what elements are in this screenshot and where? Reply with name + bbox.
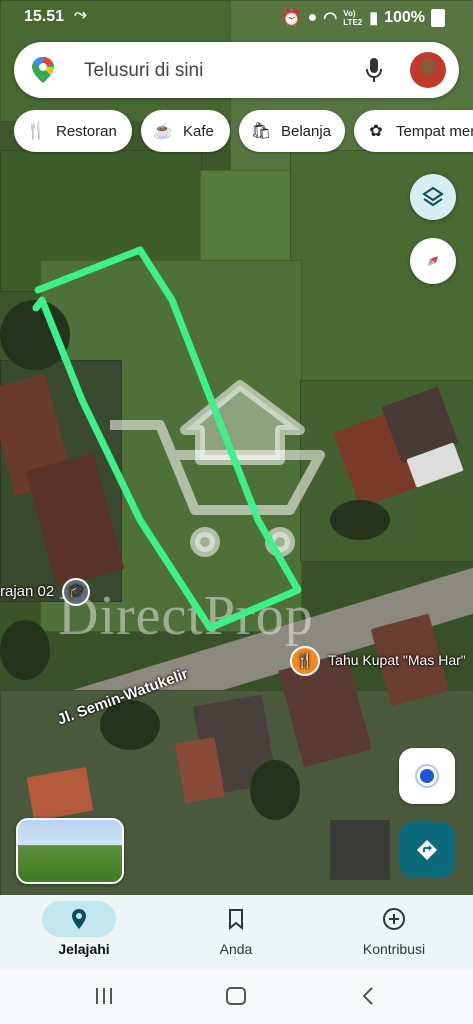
wifi-icon: ◠ [323, 10, 338, 27]
chip-label: Kafe [183, 122, 214, 140]
tab-jelajahi[interactable]: Jelajahi [24, 895, 144, 969]
school-marker[interactable]: rajan 02 🎓 [0, 578, 91, 606]
profile-avatar[interactable] [410, 52, 446, 88]
poi-label: Tahu Kupat "Mas Har" [328, 651, 466, 668]
home-icon[interactable] [226, 987, 246, 1005]
recent-apps-icon[interactable] [94, 987, 114, 1005]
location-icon: ● [307, 9, 318, 26]
mic-icon[interactable] [366, 56, 382, 84]
chip-label: Tempat mer [396, 122, 473, 140]
chip-label: Belanja [281, 122, 332, 140]
street-view-thumbnail[interactable] [16, 818, 124, 884]
restaurant-pin-icon: 🍴 [290, 646, 320, 676]
shopping-bag-icon: 🛍 [250, 123, 272, 140]
my-location-button[interactable] [399, 748, 455, 804]
bookmark-icon [229, 909, 243, 931]
directions-button[interactable] [399, 822, 455, 878]
battery-text: 100% [384, 9, 425, 26]
location-dot-icon [420, 769, 434, 783]
search-bar[interactable]: Telusuri di sini [14, 42, 459, 98]
school-label: rajan 02 [0, 582, 55, 600]
chip-restoran[interactable]: 🍴 Restoran [14, 110, 132, 152]
tab-label: Anda [219, 941, 253, 957]
explore-pin-icon [72, 909, 86, 929]
directions-icon [417, 840, 437, 860]
chip-tempat[interactable]: ✿ Tempat mer [354, 110, 473, 152]
compass-icon [428, 256, 438, 266]
missed-call-icon: ⤳ [74, 6, 87, 23]
alarm-icon: ⏰ [281, 10, 302, 27]
chip-kafe[interactable]: ☕ Kafe [141, 110, 230, 152]
status-bar: 15.51 ⤳ ⏰ ● ◠ Vo) LTE2 ▮ 100% [0, 0, 473, 34]
search-input[interactable]: Telusuri di sini [84, 60, 203, 82]
tab-label: Kontribusi [362, 941, 426, 957]
status-time: 15.51 [24, 8, 65, 25]
tab-label: Jelajahi [58, 941, 110, 957]
system-navigation-bar [0, 969, 473, 1024]
chip-belanja[interactable]: 🛍 Belanja [239, 110, 345, 152]
add-circle-icon [383, 908, 405, 930]
battery-icon [431, 9, 445, 27]
coffee-icon: ☕ [153, 123, 173, 140]
back-icon[interactable] [360, 987, 376, 1005]
category-chips: 🍴 Restoran ☕ Kafe 🛍 Belanja ✿ Tempat mer [14, 110, 473, 154]
restaurant-icon: 🍴 [26, 123, 46, 140]
poi-marker[interactable]: 🍴 Tahu Kupat "Mas Har" [290, 646, 466, 676]
layers-icon [422, 186, 444, 207]
maps-logo-icon [32, 57, 54, 83]
signal-icon: ▮ [369, 10, 379, 27]
school-icon: 🎓 [62, 578, 91, 606]
chip-label: Restoran [56, 122, 117, 140]
attraction-icon: ✿ [369, 123, 383, 140]
layers-button[interactable] [410, 174, 456, 220]
bottom-navigation: Jelajahi Anda Kontribusi [0, 895, 473, 969]
network-label: Vo) LTE2 [343, 9, 363, 27]
tab-anda[interactable]: Anda [176, 895, 296, 969]
tab-kontribusi[interactable]: Kontribusi [334, 895, 454, 969]
compass-button[interactable] [410, 238, 456, 284]
